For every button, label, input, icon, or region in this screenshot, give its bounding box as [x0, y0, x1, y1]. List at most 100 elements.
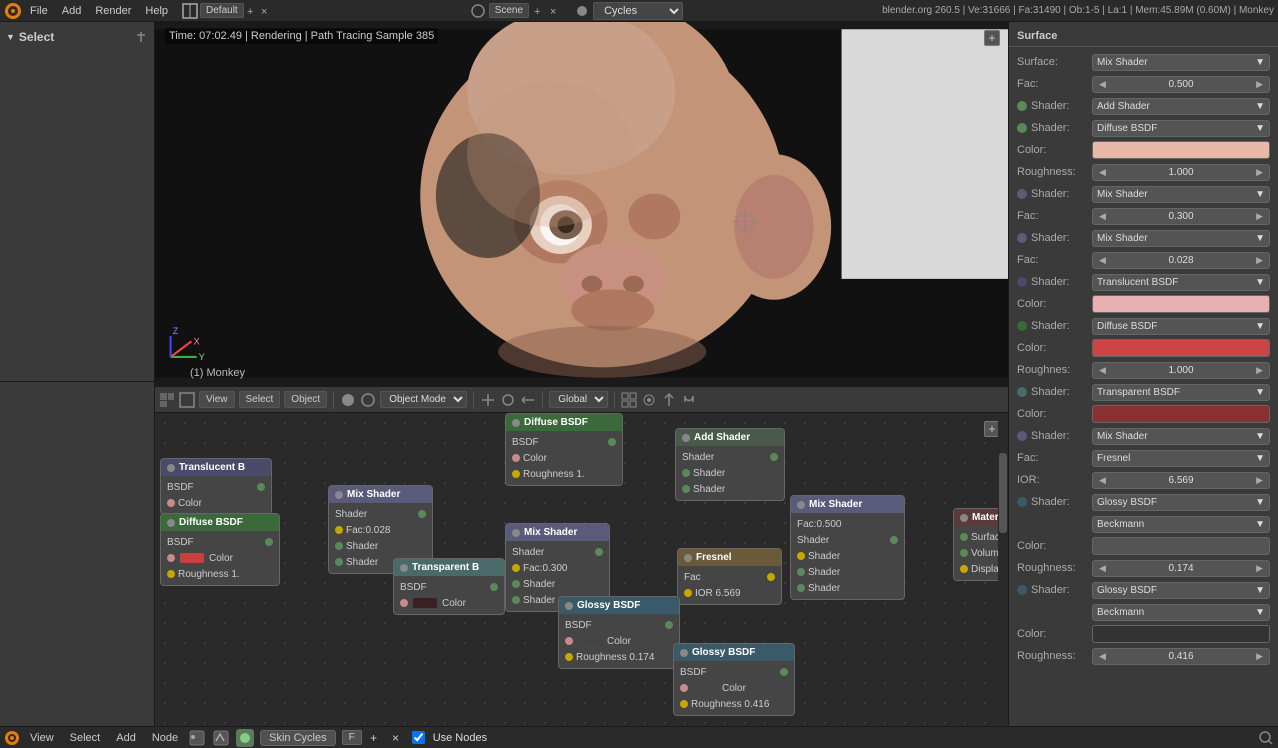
node-glossy1[interactable]: Glossy BSDF BSDF Color Roughness 0.174 [558, 596, 680, 669]
object-btn[interactable]: Object [284, 391, 327, 408]
ior-input[interactable]: ◀6.569▶ [1092, 472, 1270, 489]
rough4-input[interactable]: ◀0.416▶ [1092, 648, 1270, 665]
socket-shader1[interactable] [512, 580, 520, 588]
socket-color-in[interactable] [167, 554, 175, 562]
menu-render[interactable]: Render [89, 3, 137, 19]
bottom-add[interactable]: Add [110, 730, 142, 746]
node-glossy2[interactable]: Glossy BSDF BSDF Color Roughness 0.416 [673, 643, 795, 716]
rough1-input[interactable]: ◀1.000▶ [1092, 164, 1270, 181]
menu-help[interactable]: Help [139, 3, 174, 19]
add-shader-dropdown[interactable]: Add Shader▼ [1092, 98, 1270, 115]
space-dropdown[interactable]: Global [549, 391, 608, 408]
socket-shader2[interactable] [512, 596, 520, 604]
socket-fac-out[interactable] [767, 573, 775, 581]
socket-fac[interactable] [335, 526, 343, 534]
bottom-node[interactable]: Node [146, 730, 184, 746]
node-diffuse-top[interactable]: Diffuse BSDF BSDF Color Roughness 1. [505, 413, 623, 486]
color-swatch1[interactable] [1092, 141, 1270, 159]
grid-icon[interactable] [621, 392, 637, 408]
rotate-icon[interactable] [500, 392, 516, 408]
menu-file[interactable]: File [24, 3, 54, 19]
glossy1-dropdown[interactable]: Glossy BSDF▼ [1092, 494, 1270, 511]
node-editor[interactable]: + [155, 413, 1008, 726]
scrollbar-thumb[interactable] [999, 453, 1007, 533]
mode-dropdown[interactable]: Object Mode [380, 391, 467, 408]
mix1-dropdown[interactable]: Mix Shader▼ [1092, 186, 1270, 203]
socket-bsdf-out[interactable] [257, 483, 265, 491]
use-nodes-checkbox[interactable] [412, 731, 425, 744]
socket-surface[interactable] [960, 533, 968, 541]
f-button[interactable]: F [342, 730, 362, 745]
socket-bsdf-out[interactable] [265, 538, 273, 546]
rough2-input[interactable]: ◀1.000▶ [1092, 362, 1270, 379]
node-texture-icon[interactable] [212, 729, 230, 747]
fac2-input[interactable]: ◀0.300▶ [1092, 208, 1270, 225]
socket-bsdf-out[interactable] [608, 438, 616, 446]
scene-close-icon[interactable]: × [549, 5, 561, 17]
socket-color-in[interactable] [400, 599, 408, 607]
shading-solid-icon[interactable] [340, 392, 356, 408]
diffuse-dropdown[interactable]: Diffuse BSDF▼ [1092, 120, 1270, 137]
translucent-dropdown[interactable]: Translucent BSDF▼ [1092, 274, 1270, 291]
socket-color-in[interactable] [167, 499, 175, 507]
socket-ior[interactable] [684, 589, 692, 597]
socket-rough[interactable] [680, 700, 688, 708]
socket-disp[interactable] [960, 565, 968, 573]
node-transparent-b[interactable]: Transparent B BSDF Color [393, 558, 505, 615]
bottom-select[interactable]: Select [64, 730, 107, 746]
socket-fac[interactable] [797, 552, 805, 560]
menu-add[interactable]: Add [56, 3, 88, 19]
socket-color[interactable] [565, 637, 573, 645]
socket-shader2[interactable] [682, 485, 690, 493]
node-diffuse-left[interactable]: Diffuse BSDF BSDF Color Roughness 1. [160, 513, 280, 586]
socket-sh1[interactable] [797, 568, 805, 576]
socket-shader-out[interactable] [595, 548, 603, 556]
color-swatch4[interactable] [1092, 405, 1270, 423]
node-fresnel[interactable]: Fresnel Fac IOR 6.569 [677, 548, 782, 605]
socket-color[interactable] [680, 684, 688, 692]
socket-shader-out[interactable] [770, 453, 778, 461]
node-translucent-b[interactable]: Translucent B BSDF Color [160, 458, 272, 515]
socket-shader-out[interactable] [418, 510, 426, 518]
rough3-input[interactable]: ◀0.174▶ [1092, 560, 1270, 577]
render-add-btn[interactable]: + [984, 30, 1000, 46]
zoom-icon[interactable] [1258, 730, 1274, 746]
glossy2-dropdown[interactable]: Glossy BSDF▼ [1092, 582, 1270, 599]
socket-sh2[interactable] [797, 584, 805, 592]
fac3-input[interactable]: ◀0.028▶ [1092, 252, 1270, 269]
socket-rough[interactable] [565, 653, 573, 661]
node-mix3[interactable]: Mix Shader Fac:0.500 Shader Shader Shade… [790, 495, 905, 600]
layout-close-icon[interactable]: × [260, 5, 272, 17]
layout-add-icon[interactable]: + [246, 5, 258, 17]
socket-shader-out[interactable] [890, 536, 898, 544]
fac1-input[interactable]: ◀0.500▶ [1092, 76, 1270, 93]
transparent-dropdown[interactable]: Transparent BSDF▼ [1092, 384, 1270, 401]
color-swatch3[interactable] [1092, 339, 1270, 357]
socket-rough-in[interactable] [512, 470, 520, 478]
socket-rough-in[interactable] [167, 570, 175, 578]
view-btn[interactable]: View [199, 391, 235, 408]
layout-select[interactable]: Default [200, 3, 244, 18]
magnet-icon[interactable] [681, 392, 697, 408]
fresnel-fac-dropdown[interactable]: Fresnel▼ [1092, 450, 1270, 467]
mix2-dropdown[interactable]: Mix Shader▼ [1092, 230, 1270, 247]
node-material-icon[interactable] [236, 729, 254, 747]
scene-add-icon[interactable]: + [533, 5, 545, 17]
node-editor-scrollbar[interactable] [998, 413, 1008, 726]
socket-bsdf-out[interactable] [780, 668, 788, 676]
move-icon[interactable] [480, 392, 496, 408]
socket-bsdf-out[interactable] [665, 621, 673, 629]
shading-wire-icon[interactable] [360, 392, 376, 408]
add-scene-icon[interactable]: + [368, 730, 384, 746]
socket-color-in[interactable] [512, 454, 520, 462]
node-add-shader[interactable]: Add Shader Shader Shader Shader [675, 428, 785, 501]
color-swatch2[interactable] [1092, 295, 1270, 313]
socket-shader1[interactable] [335, 542, 343, 550]
socket-shader1[interactable] [682, 469, 690, 477]
beckmann2-dropdown[interactable]: Beckmann▼ [1092, 604, 1270, 621]
scale-icon[interactable] [520, 392, 536, 408]
color-swatch6[interactable] [1092, 625, 1270, 643]
surface-dropdown[interactable]: Mix Shader ▼ [1092, 54, 1270, 71]
bottom-view[interactable]: View [24, 730, 60, 746]
snap-icon[interactable] [661, 392, 677, 408]
